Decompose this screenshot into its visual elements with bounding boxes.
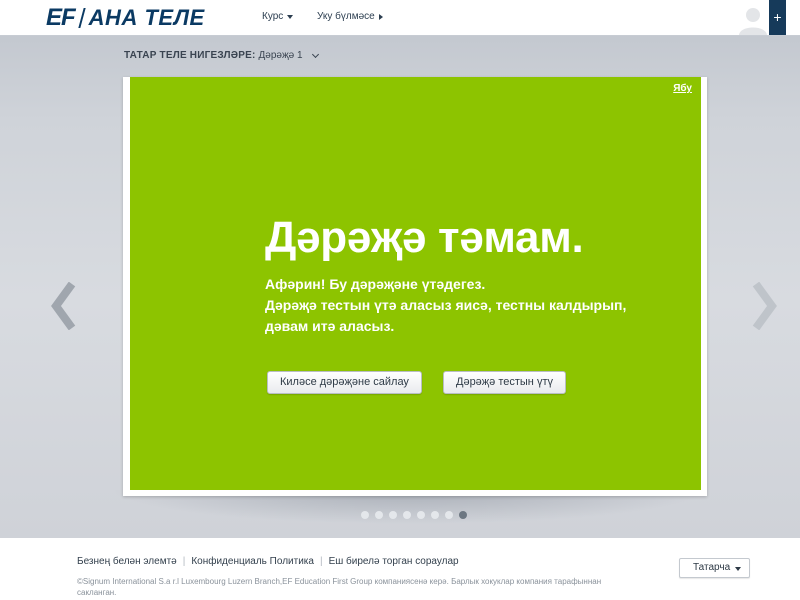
contact-us-link[interactable]: Безнең белән элемтә	[77, 556, 177, 567]
footer-links: Безнең белән элемтә | Конфиденциаль Поли…	[77, 556, 459, 567]
card-message: Афәрин! Бу дәрәҗәне үтәдегез. Дәрәҗә тес…	[265, 274, 685, 337]
pager-dot[interactable]	[389, 511, 397, 519]
pager-dot[interactable]	[361, 511, 369, 519]
previous-arrow-button[interactable]	[50, 281, 76, 331]
logo-name-text: АНА ТЕЛЕ	[88, 5, 205, 30]
message-line: дәвам итә аласыз.	[265, 318, 395, 334]
chevron-right-icon	[752, 281, 777, 331]
plus-button[interactable]: +	[769, 0, 786, 35]
caret-down-icon	[735, 567, 741, 571]
privacy-policy-link[interactable]: Конфиденциаль Политика	[191, 556, 314, 567]
card-green-panel: Ябу Дәрәҗә тәмам. Афәрин! Бу дәрәҗәне үт…	[130, 77, 701, 490]
nav-study-room-menu[interactable]: Уку бүлмәсе	[317, 11, 383, 22]
course-name-label: ТАТАР ТЕЛЕ НИГЕЗЛӘРЕ:	[124, 50, 256, 61]
message-line: Афәрин! Бу дәрәҗәне үтәдегез.	[265, 276, 486, 292]
chevron-down-icon	[311, 50, 319, 58]
pager-dot[interactable]	[375, 511, 383, 519]
nav-study-room-label: Уку бүлмәсе	[317, 11, 375, 22]
faq-link[interactable]: Еш бирелә торган сораулар	[329, 556, 459, 567]
nav-course-menu[interactable]: Курс	[262, 11, 294, 22]
top-header: EF АНА ТЕЛЕ Курс Уку бүлмәсе +	[0, 0, 800, 36]
logo-separator	[77, 8, 86, 28]
user-avatar-icon[interactable]	[738, 3, 768, 35]
pager-dot[interactable]	[431, 511, 439, 519]
level-value: Дәрәҗә 1	[258, 50, 303, 61]
next-arrow-button[interactable]	[752, 281, 778, 331]
close-link[interactable]: Ябу	[673, 83, 692, 94]
footer-divider: |	[319, 556, 323, 567]
pager-dots	[361, 511, 467, 519]
footer-divider: |	[182, 556, 186, 567]
chevron-left-icon	[51, 281, 76, 331]
level-selector[interactable]: ТАТАР ТЕЛЕ НИГЕЗЛӘРЕ: Дәрәҗә 1	[124, 50, 319, 61]
page-footer: Безнең белән элемтә | Конфиденциаль Поли…	[0, 538, 800, 600]
pager-dot[interactable]	[417, 511, 425, 519]
copyright-text: ©Signum International S.a r.l Luxembourg…	[77, 577, 602, 597]
level-complete-card: Ябу Дәрәҗә тәмам. Афәрин! Бу дәрәҗәне үт…	[123, 77, 707, 496]
pager-dot[interactable]	[445, 511, 453, 519]
pager-dot[interactable]	[403, 511, 411, 519]
ef-logo[interactable]: EF АНА ТЕЛЕ	[46, 4, 205, 31]
card-title: Дәрәҗә тәмам.	[265, 213, 584, 262]
nav-course-label: Курс	[262, 11, 284, 22]
caret-down-icon	[287, 14, 294, 19]
choose-next-level-button[interactable]: Киләсе дәрәҗәне сайлау	[267, 371, 422, 394]
language-select[interactable]: Татарча	[679, 558, 750, 578]
logo-ef-text: EF	[46, 4, 76, 31]
caret-right-icon	[378, 13, 383, 20]
language-value: Татарча	[693, 562, 731, 573]
message-line: Дәрәҗә тестын үтә аласыз яисә, тестны ка…	[265, 297, 627, 313]
take-level-test-button[interactable]: Дәрәҗә тестын үтү	[443, 371, 566, 394]
pager-dot-active[interactable]	[459, 511, 467, 519]
